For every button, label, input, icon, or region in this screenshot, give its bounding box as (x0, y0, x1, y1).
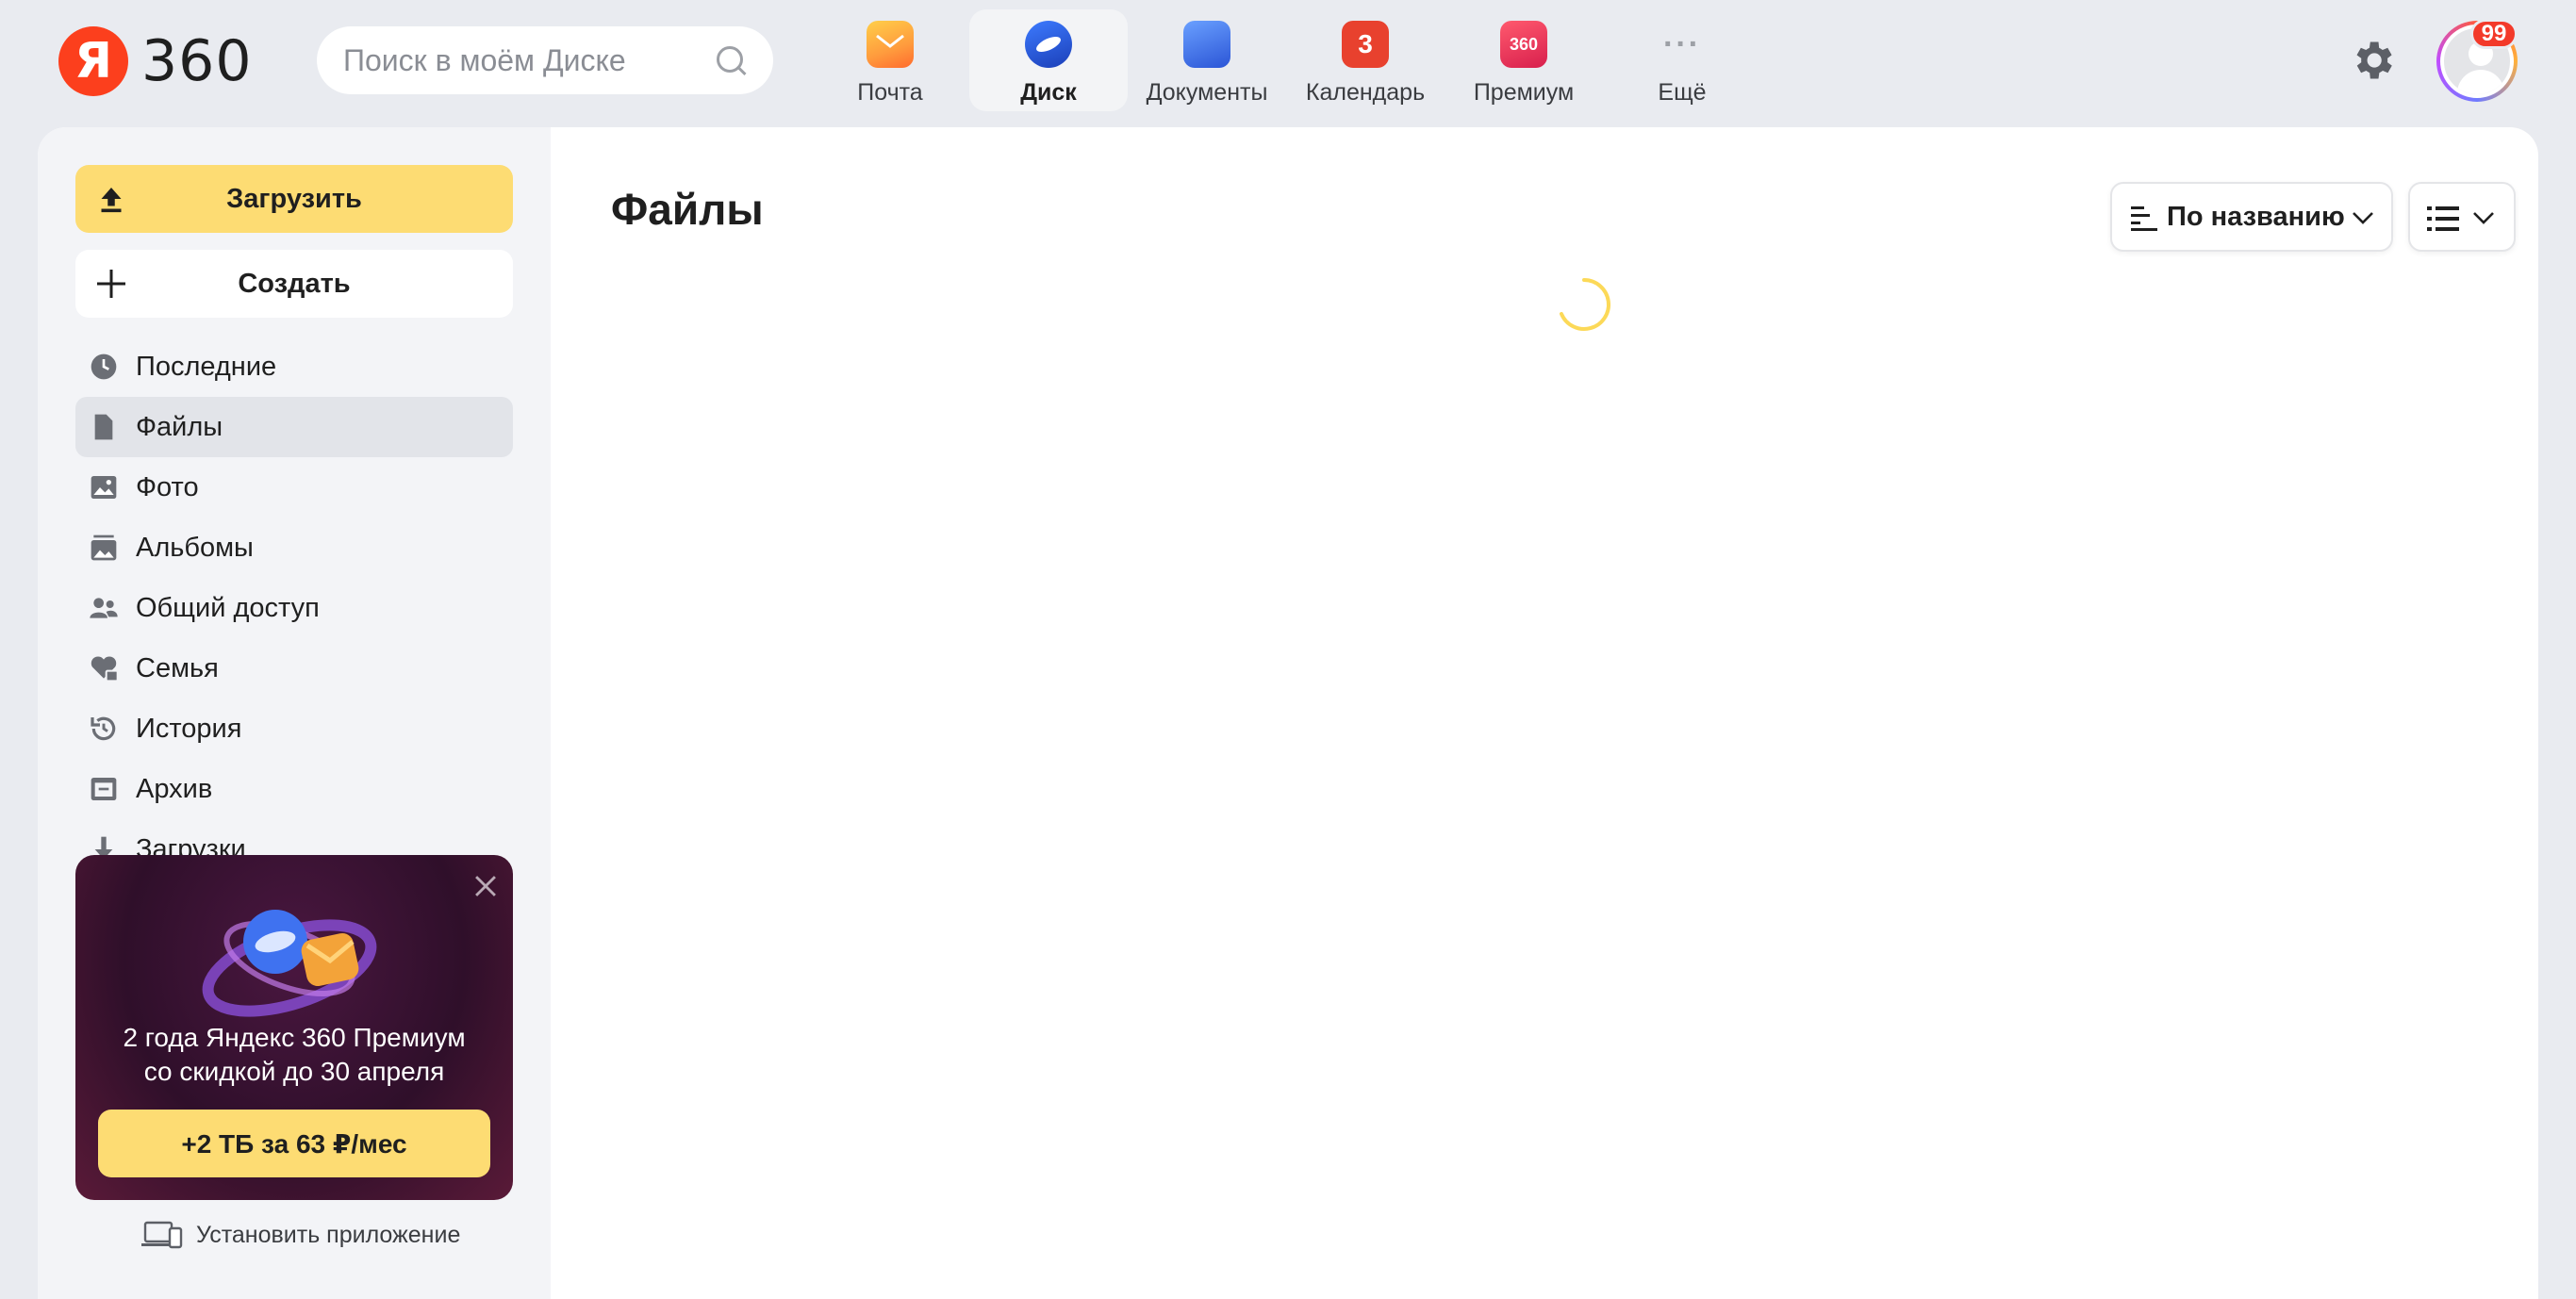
app-label: Ещё (1658, 79, 1707, 106)
search-input[interactable]: Поиск в моём Диске (317, 26, 773, 94)
sidebar: Загрузить Создать Последние Файлы Фото А… (38, 127, 551, 1299)
chevron-down-icon (2473, 212, 2494, 224)
create-button[interactable]: Создать (75, 250, 513, 318)
app-mail[interactable]: Почта (811, 9, 969, 111)
app-premium[interactable]: 360 Премиум (1445, 9, 1603, 111)
devices-icon (141, 1221, 183, 1249)
search-icon[interactable] (715, 44, 747, 76)
mail-icon (867, 21, 914, 68)
docs-icon (1183, 21, 1230, 68)
list-view-icon (2427, 206, 2459, 231)
app-calendar[interactable]: 3 Календарь (1286, 9, 1445, 111)
notification-badge: 99 (2470, 19, 2518, 49)
sidebar-item-label: Архив (136, 773, 213, 804)
premium-promo-banner[interactable]: 2 года Яндекс 360 Премиум со скидкой до … (75, 855, 513, 1200)
promo-text: 2 года Яндекс 360 Премиум со скидкой до … (75, 1021, 513, 1089)
yandex-360-logo[interactable]: Я 360 (58, 26, 253, 96)
calendar-icon: 3 (1342, 21, 1389, 68)
upload-icon (101, 188, 122, 213)
sidebar-item-label: Фото (136, 471, 199, 502)
sidebar-item-files[interactable]: Файлы (75, 397, 513, 457)
sort-icon (2131, 206, 2157, 231)
view-mode-dropdown[interactable] (2408, 182, 2516, 252)
upload-button[interactable]: Загрузить (75, 165, 513, 233)
history-icon (91, 716, 116, 741)
sidebar-item-photo[interactable]: Фото (75, 457, 513, 518)
sidebar-item-shared[interactable]: Общий доступ (75, 578, 513, 638)
close-icon[interactable] (470, 870, 502, 902)
sort-label: По названию (2167, 201, 2345, 232)
albums-icon (91, 534, 117, 561)
promo-line-1: 2 года Яндекс 360 Премиум (123, 1023, 466, 1052)
shared-icon (90, 598, 118, 618)
sidebar-item-label: Альбомы (136, 532, 254, 563)
settings-gear-icon[interactable] (2348, 36, 2397, 85)
main-panel: Загрузить Создать Последние Файлы Фото А… (38, 127, 2538, 1299)
sidebar-nav: Последние Файлы Фото Альбомы Общий досту… (75, 337, 513, 880)
app-label: Документы (1146, 79, 1268, 106)
app-disk[interactable]: Диск (969, 9, 1128, 111)
sort-dropdown[interactable]: По названию (2110, 182, 2393, 252)
sidebar-item-label: История (136, 713, 242, 744)
disk-icon (1025, 21, 1072, 68)
archive-icon (91, 778, 117, 800)
more-icon: ··· (1663, 25, 1701, 62)
app-more[interactable]: ··· Ещё (1603, 9, 1761, 111)
page-title: Файлы (611, 185, 764, 234)
top-bar: Я 360 Поиск в моём Диске Почта Диск Доку… (0, 0, 2576, 123)
loading-spinner-icon (1560, 278, 1610, 331)
sidebar-item-label: Общий доступ (136, 592, 320, 623)
sidebar-item-label: Последние (136, 351, 277, 382)
sidebar-item-label: Семья (136, 652, 219, 683)
install-app-link[interactable]: Установить приложение (141, 1221, 460, 1249)
sidebar-item-label: Файлы (136, 411, 223, 442)
clock-icon (91, 354, 117, 380)
app-label: Премиум (1473, 79, 1575, 106)
install-app-label: Установить приложение (196, 1221, 461, 1248)
promo-line-2: со скидкой до 30 апреля (143, 1057, 445, 1086)
search-placeholder: Поиск в моём Диске (343, 42, 626, 77)
sidebar-item-archive[interactable]: Архив (75, 759, 513, 819)
sidebar-item-albums[interactable]: Альбомы (75, 518, 513, 578)
app-label: Диск (1020, 79, 1077, 106)
app-label: Почта (857, 79, 923, 106)
create-label: Создать (238, 268, 351, 299)
logo-text: 360 (141, 28, 253, 94)
premium-icon: 360 (1500, 21, 1547, 68)
photo-icon (91, 476, 117, 499)
app-label: Календарь (1305, 79, 1426, 106)
content-area: Файлы По названию (551, 127, 2538, 1299)
promo-buy-button[interactable]: +2 ТБ за 63 ₽/мес (98, 1110, 490, 1177)
sidebar-item-history[interactable]: История (75, 699, 513, 759)
plus-icon (97, 270, 125, 298)
promo-illustration-icon (202, 910, 377, 1017)
family-icon (91, 656, 119, 682)
app-docs[interactable]: Документы (1128, 9, 1286, 111)
file-icon (94, 414, 113, 440)
service-switcher: Почта Диск Документы 3 Календарь 360 Пре… (811, 9, 1761, 111)
chevron-down-icon (2353, 212, 2373, 224)
upload-label: Загрузить (226, 183, 362, 214)
yandex-logo-icon: Я (58, 26, 128, 96)
sidebar-item-family[interactable]: Семья (75, 638, 513, 699)
sidebar-item-recent[interactable]: Последние (75, 337, 513, 397)
